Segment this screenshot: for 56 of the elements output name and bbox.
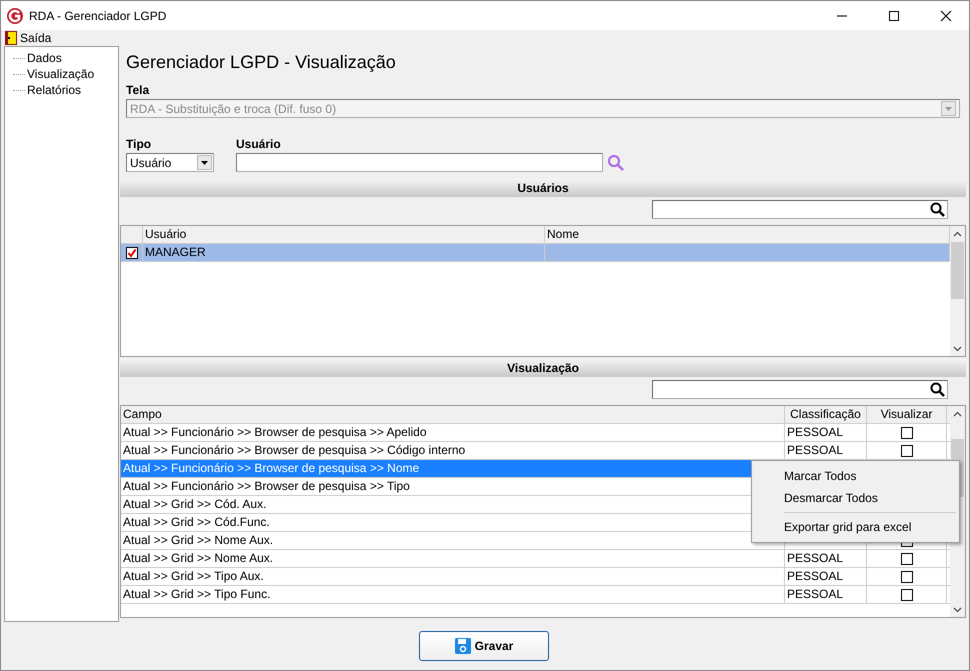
search-icon[interactable] (930, 382, 945, 397)
scrollbar[interactable] (950, 226, 965, 356)
column-header[interactable]: Classificação (785, 406, 867, 423)
save-button[interactable]: Gravar (419, 631, 549, 661)
field-label: Usuário (236, 136, 282, 153)
user-input[interactable] (236, 153, 603, 172)
column-header[interactable]: Usuário (143, 226, 545, 243)
window-title: RDA - Gerenciador LGPD (29, 8, 168, 24)
caret-icon (201, 160, 208, 164)
section-header: Usuários (120, 179, 966, 197)
column-header[interactable]: Visualizar (867, 406, 947, 423)
scroll-down-icon[interactable] (953, 346, 962, 352)
field-label: Tipo (126, 136, 152, 153)
close-icon[interactable] (938, 8, 954, 24)
checkbox[interactable] (900, 588, 912, 600)
section-header: Visualização (120, 359, 966, 377)
table-row[interactable]: Atual >> Grid >> Tipo Aux. PESSOAL (121, 568, 950, 586)
table-cell: MANAGER (143, 244, 545, 261)
menu-item[interactable]: Saída (20, 29, 52, 47)
checkbox[interactable] (126, 246, 138, 258)
table-row[interactable]: Atual >> Grid >> Nome Aux. PESSOAL (121, 550, 950, 568)
table-cell: PESSOAL (785, 568, 867, 585)
table-row[interactable]: Atual >> Funcionário >> Browser de pesquisa >> Apelido PESSOAL (121, 424, 950, 442)
search-field[interactable] (652, 380, 948, 399)
door-icon (5, 31, 17, 45)
caret-icon (945, 106, 952, 110)
type-dropdown[interactable]: Usuário (126, 153, 214, 172)
search-field[interactable] (652, 200, 948, 219)
table-cell: Atual >> Funcionário >> Browser de pesquisa >> Código interno (121, 442, 785, 459)
tree-item[interactable]: Dados (27, 49, 62, 67)
checkbox[interactable] (900, 426, 912, 438)
table-row[interactable]: MANAGER (121, 244, 950, 262)
table-cell: Atual >> Grid >> Tipo Func. (121, 586, 785, 603)
screen-dropdown: RDA - Substituição e troca (Dif. fuso 0) (126, 99, 960, 118)
table-cell: Atual >> Grid >> Tipo Aux. (121, 568, 785, 585)
checkbox[interactable] (900, 570, 912, 582)
table-cell: Atual >> Grid >> Nome Aux. (121, 550, 785, 567)
tree-item[interactable]: Visualização (27, 65, 94, 83)
field-label: Tela (126, 82, 150, 99)
search-icon[interactable] (930, 202, 945, 217)
table-cell: PESSOAL (785, 424, 867, 441)
table-cell: PESSOAL (785, 442, 867, 459)
scroll-up-icon[interactable] (953, 231, 962, 237)
checkbox[interactable] (900, 552, 912, 564)
table-row[interactable]: Atual >> Grid >> Tipo Func. PESSOAL (121, 586, 950, 604)
checkbox[interactable] (900, 444, 912, 456)
table-cell: PESSOAL (785, 586, 867, 603)
table-cell: PESSOAL (785, 550, 867, 567)
scroll-down-icon[interactable] (953, 607, 962, 613)
scrollbar-thumb[interactable] (951, 242, 964, 299)
tree-item[interactable]: Relatórios (27, 81, 82, 99)
column-header[interactable]: Campo (121, 406, 785, 423)
app-logo-icon (7, 8, 23, 24)
table-cell: Atual >> Funcionário >> Browser de pesquisa >> Apelido (121, 424, 785, 441)
scroll-up-icon[interactable] (953, 411, 962, 417)
page-title: Gerenciador LGPD - Visualização (126, 51, 397, 74)
